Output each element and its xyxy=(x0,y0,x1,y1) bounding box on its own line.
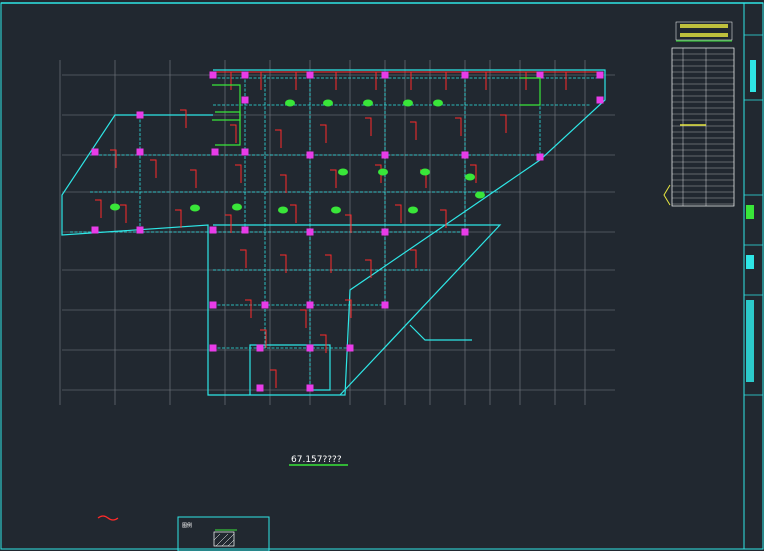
rebar-mark xyxy=(330,169,337,188)
rebar-mark xyxy=(95,199,102,218)
column-marker xyxy=(596,71,604,79)
column-marker xyxy=(306,344,314,352)
column-marker xyxy=(209,301,217,309)
rebar-mark xyxy=(275,129,282,148)
column-marker xyxy=(381,151,389,159)
rebar-mark xyxy=(230,124,237,143)
green-tag xyxy=(278,206,288,214)
rebar-mark xyxy=(240,249,247,268)
column-marker xyxy=(381,301,389,309)
column-marker xyxy=(306,151,314,159)
rebar-mark xyxy=(270,369,277,388)
title-block-mark xyxy=(750,60,756,92)
green-tag xyxy=(475,191,485,199)
column-marker xyxy=(461,228,469,236)
green-tag xyxy=(465,173,475,181)
green-tag xyxy=(433,99,443,107)
column-marker xyxy=(381,71,389,79)
column-marker xyxy=(209,344,217,352)
column-marker xyxy=(461,151,469,159)
column-marker xyxy=(209,226,217,234)
green-tag xyxy=(190,204,200,212)
column-marker xyxy=(306,71,314,79)
rebar-mark xyxy=(500,114,507,133)
column-marker xyxy=(136,226,144,234)
rebar-mark xyxy=(150,159,157,178)
rebar-mark xyxy=(190,169,197,188)
rebar-mark xyxy=(320,124,327,143)
green-tag xyxy=(323,99,333,107)
column-marker xyxy=(91,226,99,234)
green-tag xyxy=(408,206,418,214)
rebar-mark xyxy=(455,117,462,136)
green-tag xyxy=(403,99,413,107)
column-marker xyxy=(596,96,604,104)
green-tags xyxy=(110,99,485,214)
hatch-lines xyxy=(213,533,235,547)
cad-drawing: 67.157???? 图例 xyxy=(0,2,764,551)
green-tag xyxy=(420,168,430,176)
drawing-border xyxy=(0,2,764,550)
column-marker xyxy=(241,148,249,156)
column-marker xyxy=(91,148,99,156)
title-block-cyan-mark xyxy=(746,255,754,269)
title-block-green-mark xyxy=(746,205,754,219)
beam-lines xyxy=(70,75,600,390)
rebar-mark xyxy=(180,109,187,128)
rebar-mark xyxy=(410,249,417,268)
cad-drawing-canvas[interactable]: 67.157???? 图例 xyxy=(0,0,764,551)
rebar-mark xyxy=(410,121,417,140)
column-marker xyxy=(536,153,544,161)
rebar-mark xyxy=(290,204,297,223)
rebar-mark xyxy=(365,259,372,278)
rebar-mark xyxy=(300,309,307,328)
rebar-mark xyxy=(365,117,372,136)
rebar-mark xyxy=(120,204,127,223)
column-marker xyxy=(136,111,144,119)
column-marker xyxy=(381,228,389,236)
column-marker xyxy=(209,71,217,79)
wave-symbol-icon xyxy=(97,515,119,521)
green-tag xyxy=(363,99,373,107)
column-marker xyxy=(306,384,314,392)
column-marker xyxy=(241,71,249,79)
column-marker xyxy=(461,71,469,79)
rebar-mark xyxy=(225,214,232,233)
column-marker xyxy=(261,301,269,309)
green-tag xyxy=(110,203,120,211)
green-tag xyxy=(285,99,295,107)
rebar-mark xyxy=(235,164,242,183)
column-marker xyxy=(241,96,249,104)
column-marker xyxy=(256,344,264,352)
elevation-label: 67.157???? xyxy=(291,455,342,465)
column-marker xyxy=(256,384,264,392)
rebar-mark xyxy=(280,174,287,193)
green-tag xyxy=(338,168,348,176)
legend-box-label: 图例 xyxy=(182,522,192,529)
rebar-mark xyxy=(175,209,182,228)
column-marker xyxy=(136,148,144,156)
column-marker xyxy=(241,226,249,234)
column-marker xyxy=(211,148,219,156)
green-tag xyxy=(232,203,242,211)
revision-table xyxy=(663,21,735,207)
green-tag xyxy=(378,168,388,176)
column-marker xyxy=(346,344,354,352)
green-tag xyxy=(331,206,341,214)
title-block-text-mark xyxy=(746,300,754,382)
column-marker xyxy=(306,301,314,309)
rebar-mark xyxy=(395,204,402,223)
column-marker xyxy=(306,228,314,236)
rebar-mark xyxy=(245,299,252,318)
